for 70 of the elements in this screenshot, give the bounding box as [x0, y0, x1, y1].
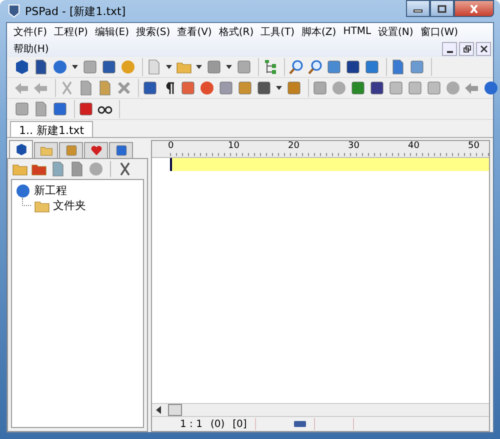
- dropdown-icon[interactable]: [196, 65, 202, 69]
- document-tab[interactable]: 1.. 新建1.txt: [10, 121, 94, 137]
- dropdown-icon[interactable]: [72, 65, 78, 69]
- ruler-label: 40: [408, 141, 420, 151]
- horizontal-scrollbar[interactable]: [152, 403, 489, 416]
- minimize-icon: [446, 50, 452, 52]
- restore-icon: [462, 44, 470, 52]
- menu-item[interactable]: 帮助(H): [10, 42, 52, 56]
- page-icon[interactable]: [33, 101, 49, 117]
- dropdown-icon[interactable]: [276, 86, 282, 90]
- scroll-thumb[interactable]: [168, 404, 182, 416]
- dropdown-icon[interactable]: [166, 65, 172, 69]
- maximize-button[interactable]: [430, 0, 454, 17]
- ruler-label: 30: [348, 141, 360, 151]
- menu-item[interactable]: 窗口(W): [416, 24, 462, 38]
- tree-item[interactable]: 文件夹: [53, 198, 86, 213]
- paste-icon[interactable]: [97, 80, 113, 96]
- menu-item[interactable]: 工具(T): [257, 24, 298, 38]
- replace-icon[interactable]: [307, 59, 323, 75]
- close-button[interactable]: [476, 42, 491, 56]
- menu-item[interactable]: 搜索(S): [132, 24, 174, 38]
- ruler-label: 50: [468, 141, 480, 151]
- menu-item[interactable]: 编辑(E): [91, 24, 133, 38]
- menu-item[interactable]: 查看(V): [174, 24, 216, 38]
- menu-item[interactable]: 格式(R): [215, 24, 258, 38]
- minimize-button[interactable]: [406, 0, 430, 17]
- menu-item[interactable]: 设置(N): [374, 24, 417, 38]
- menu-item[interactable]: HTML: [340, 26, 375, 37]
- circle-icon[interactable]: [88, 161, 104, 177]
- menu-item[interactable]: 工程(P): [50, 24, 92, 38]
- copy-icon[interactable]: [78, 80, 94, 96]
- restore-button[interactable]: [459, 42, 474, 56]
- file-remove-icon[interactable]: [69, 161, 85, 177]
- menu-item[interactable]: 文件(F): [10, 24, 51, 38]
- documents-icon[interactable]: [33, 59, 49, 75]
- close-icon: [469, 4, 479, 12]
- preview-icon[interactable]: [390, 59, 406, 75]
- scroll-left-icon[interactable]: [156, 406, 162, 414]
- search-icon[interactable]: [288, 59, 304, 75]
- heart-icon[interactable]: [90, 144, 102, 157]
- menu-item[interactable]: 脚本(Z): [298, 24, 340, 38]
- close-button[interactable]: [454, 0, 494, 17]
- status-text: (0): [210, 418, 225, 430]
- folder-icon[interactable]: [40, 144, 52, 157]
- ruler-label: 10: [228, 141, 240, 151]
- ruler-label: 0: [168, 141, 174, 151]
- circle-icon[interactable]: [445, 80, 461, 96]
- delete-icon[interactable]: [116, 80, 132, 96]
- redo-icon[interactable]: [33, 80, 49, 96]
- status-text: 1 : 1: [180, 418, 202, 430]
- close-icon: [480, 44, 488, 52]
- cube-icon[interactable]: [14, 143, 28, 156]
- maximize-icon: [437, 4, 447, 12]
- app-icon: [8, 4, 20, 18]
- tree-item[interactable]: 新工程: [34, 183, 67, 198]
- square-icon[interactable]: [14, 101, 30, 117]
- file-add-icon[interactable]: [50, 161, 66, 177]
- tree-icon[interactable]: [262, 59, 278, 75]
- panel-tab[interactable]: [84, 142, 108, 158]
- keyboard-icon: [294, 421, 306, 427]
- minimize-button[interactable]: [442, 42, 457, 56]
- text-cursor: [170, 158, 172, 171]
- panel-tab[interactable]: [109, 142, 133, 158]
- window-title: PSPad - [新建1.txt]: [25, 4, 126, 18]
- undo-icon[interactable]: [14, 80, 30, 96]
- dropdown-icon[interactable]: [226, 65, 232, 69]
- cube-icon[interactable]: [14, 59, 30, 75]
- panel-tab[interactable]: [9, 140, 33, 158]
- status-text: [0]: [232, 418, 247, 430]
- ruler-label: 20: [288, 141, 300, 151]
